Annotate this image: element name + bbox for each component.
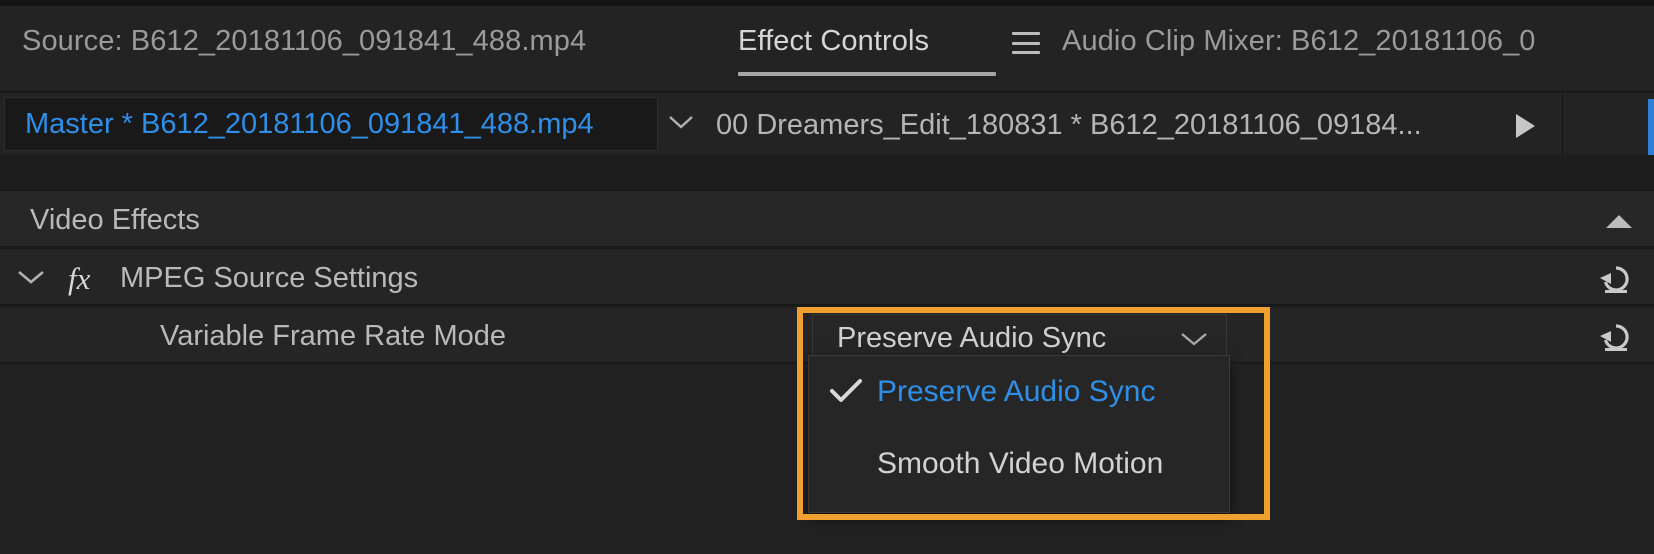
variable-frame-rate-mode-label: Variable Frame Rate Mode — [160, 320, 507, 352]
tab-audio-clip-mixer[interactable]: Audio Clip Mixer: B612_20181106_0 — [1062, 24, 1536, 58]
chevron-down-icon[interactable] — [668, 115, 694, 129]
tab-effect-controls[interactable]: Effect Controls — [738, 24, 929, 58]
master-clip-label: Master * B612_20181106_091841_488.mp4 — [25, 107, 594, 140]
chevron-down-icon[interactable] — [1180, 332, 1208, 347]
play-triangle-icon[interactable] — [1516, 114, 1535, 138]
video-effects-section-header[interactable]: Video Effects — [0, 190, 1654, 247]
dropdown-option-label: Smooth Video Motion — [877, 447, 1164, 480]
dropdown-option-preserve-audio-sync[interactable]: Preserve Audio Sync — [809, 356, 1229, 428]
fx-icon: fx — [68, 261, 91, 296]
effect-row-mpeg-source-settings[interactable]: fx MPEG Source Settings — [0, 248, 1654, 305]
dropdown-option-label: Preserve Audio Sync — [877, 375, 1156, 408]
hamburger-menu-icon[interactable] — [1012, 32, 1040, 54]
tab-active-underline — [738, 72, 996, 76]
clip-selector-row: Master * B612_20181106_091841_488.mp4 00… — [0, 93, 1654, 155]
video-effects-title: Video Effects — [30, 204, 200, 236]
panel-tab-bar: Source: B612_20181106_091841_488.mp4 Eff… — [0, 6, 1654, 92]
clip-row-right-pane — [1562, 93, 1654, 155]
tab-source[interactable]: Source: B612_20181106_091841_488.mp4 — [22, 24, 586, 58]
sequence-clip-label: 00 Dreamers_Edit_180831 * B612_20181106_… — [716, 109, 1422, 141]
variable-frame-rate-mode-dropdown-menu[interactable]: Preserve Audio Sync Smooth Video Motion — [808, 355, 1230, 513]
effect-name-label: MPEG Source Settings — [120, 262, 419, 294]
reset-icon[interactable] — [1596, 317, 1636, 355]
dropdown-option-smooth-video-motion[interactable]: Smooth Video Motion — [809, 428, 1229, 500]
select-current-value: Preserve Audio Sync — [837, 321, 1107, 354]
vertical-scrollbar-thumb[interactable] — [1648, 99, 1654, 155]
checkmark-icon — [829, 378, 863, 404]
reset-icon[interactable] — [1596, 259, 1636, 297]
master-clip-field[interactable]: Master * B612_20181106_091841_488.mp4 — [4, 97, 658, 151]
chevron-down-icon[interactable] — [16, 269, 46, 285]
triangle-up-icon[interactable] — [1606, 215, 1632, 228]
